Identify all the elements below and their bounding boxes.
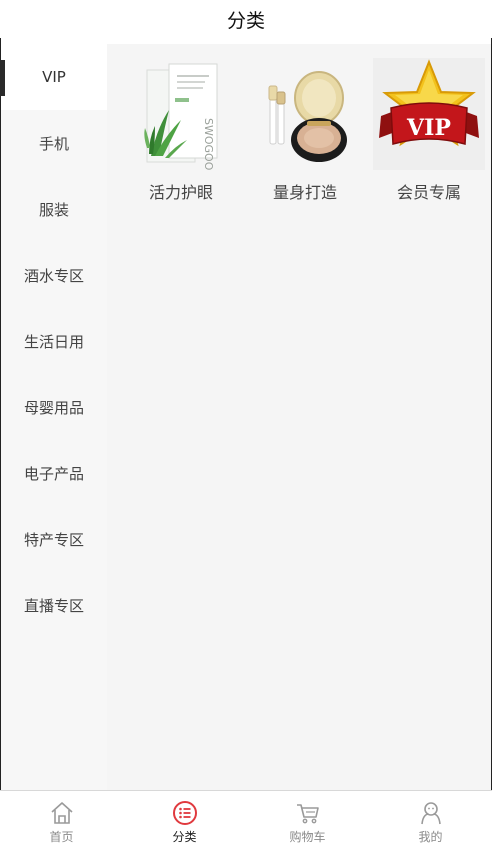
sidebar-item-label: 母婴用品 (23, 398, 84, 417)
sidebar-item-vip[interactable]: VIP (0, 44, 107, 110)
sidebar-item-specialty[interactable]: 特产专区 (1, 506, 107, 572)
tab-cart[interactable]: 购物车 (246, 791, 369, 848)
home-icon (49, 800, 75, 826)
sidebar-item-label: 生活日用 (23, 332, 84, 351)
category-sidebar: VIP 手机 服装 酒水专区 生活日用 母婴用品 电子产品 特产专区 直播专区 (0, 44, 107, 791)
cart-icon (295, 800, 321, 826)
tab-label: 购物车 (289, 830, 326, 844)
sidebar-item-drinks[interactable]: 酒水专区 (1, 242, 107, 308)
tab-label: 首页 (49, 830, 74, 844)
sidebar-item-label: 酒水专区 (23, 266, 84, 285)
product-label: 活力护眼 (148, 183, 213, 202)
tab-label: 分类 (172, 830, 197, 844)
product-content: SWOGOO 活力护眼 量身打造 VIP 会员专属 (107, 44, 491, 791)
sidebar-item-baby[interactable]: 母婴用品 (1, 374, 107, 440)
eye-mask-pack-image: SWOGOO (125, 58, 237, 170)
sidebar-item-label: 特产专区 (23, 530, 84, 549)
vip-star-badge-image: VIP (373, 58, 485, 170)
product-grid: SWOGOO 活力护眼 量身打造 VIP 会员专属 (119, 58, 491, 203)
sidebar-item-electronics[interactable]: 电子产品 (1, 440, 107, 506)
product-eye-care[interactable]: SWOGOO 活力护眼 (119, 58, 243, 203)
svg-text:VIP: VIP (406, 115, 451, 141)
cushion-compact-image (249, 58, 361, 170)
profile-icon (418, 800, 444, 826)
sidebar-item-live[interactable]: 直播专区 (1, 572, 107, 638)
sidebar-item-label: 手机 (38, 134, 69, 153)
sidebar-item-label: 服装 (38, 200, 69, 219)
sidebar-item-label: 电子产品 (23, 464, 84, 483)
product-label: 会员专属 (396, 183, 461, 202)
sidebar-item-label: VIP (42, 68, 66, 86)
tab-profile[interactable]: 我的 (369, 791, 492, 848)
tab-home[interactable]: 首页 (0, 791, 123, 848)
page-title: 分类 (226, 9, 265, 32)
category-icon (172, 800, 198, 826)
sidebar-item-phones[interactable]: 手机 (1, 110, 107, 176)
header: 分类 (0, 0, 492, 38)
tab-category[interactable]: 分类 (123, 791, 246, 848)
sidebar-item-label: 直播专区 (23, 596, 84, 615)
bottom-tab-bar: 首页 分类 购物车 我的 (0, 790, 492, 848)
tab-label: 我的 (418, 830, 443, 844)
product-label: 量身打造 (272, 183, 337, 202)
product-custom-made[interactable]: 量身打造 (243, 58, 367, 203)
svg-text:SWOGOO: SWOGOO (202, 118, 215, 170)
sidebar-item-daily-use[interactable]: 生活日用 (1, 308, 107, 374)
sidebar-item-clothing[interactable]: 服装 (1, 176, 107, 242)
product-vip-exclusive[interactable]: VIP 会员专属 (367, 58, 491, 203)
